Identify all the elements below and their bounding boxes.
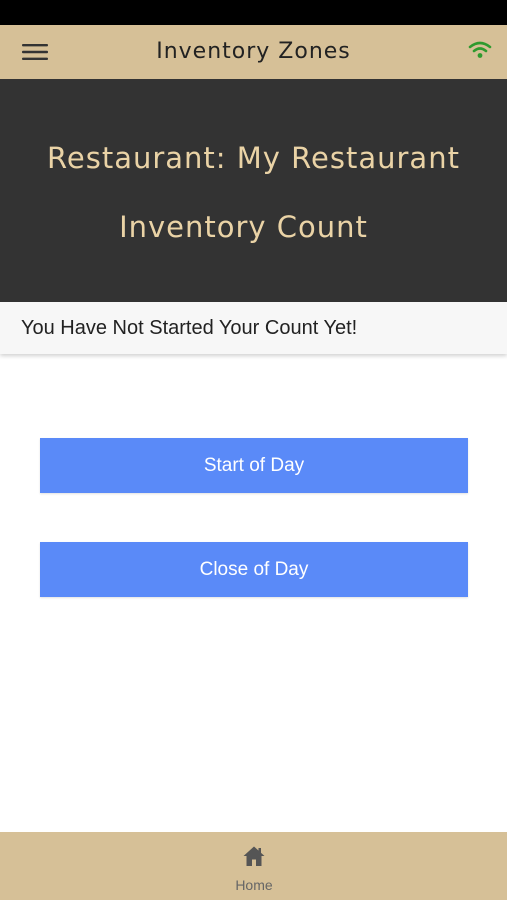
wifi-icon	[468, 40, 492, 60]
home-icon	[242, 844, 266, 868]
count-status-message: You Have Not Started Your Count Yet!	[21, 317, 358, 339]
app-header: Inventory Zones	[0, 25, 507, 79]
restaurant-name: Restaurant: My Restaurant	[47, 141, 460, 175]
tab-home-label: Home	[235, 877, 273, 893]
page-title: Inventory Zones	[156, 39, 351, 64]
tab-home[interactable]: Home	[213, 840, 295, 896]
status-bar	[0, 0, 507, 25]
start-of-day-button[interactable]: Start of Day	[40, 438, 468, 493]
hero-banner: Restaurant: My Restaurant Inventory Coun…	[0, 79, 507, 302]
bottom-tab-bar: Home	[0, 832, 507, 900]
hamburger-menu-icon	[14, 38, 56, 66]
count-status-card: You Have Not Started Your Count Yet!	[0, 302, 507, 354]
menu-button[interactable]	[14, 38, 56, 66]
inventory-count-heading: Inventory Count	[119, 210, 368, 244]
close-of-day-button[interactable]: Close of Day	[40, 542, 468, 597]
